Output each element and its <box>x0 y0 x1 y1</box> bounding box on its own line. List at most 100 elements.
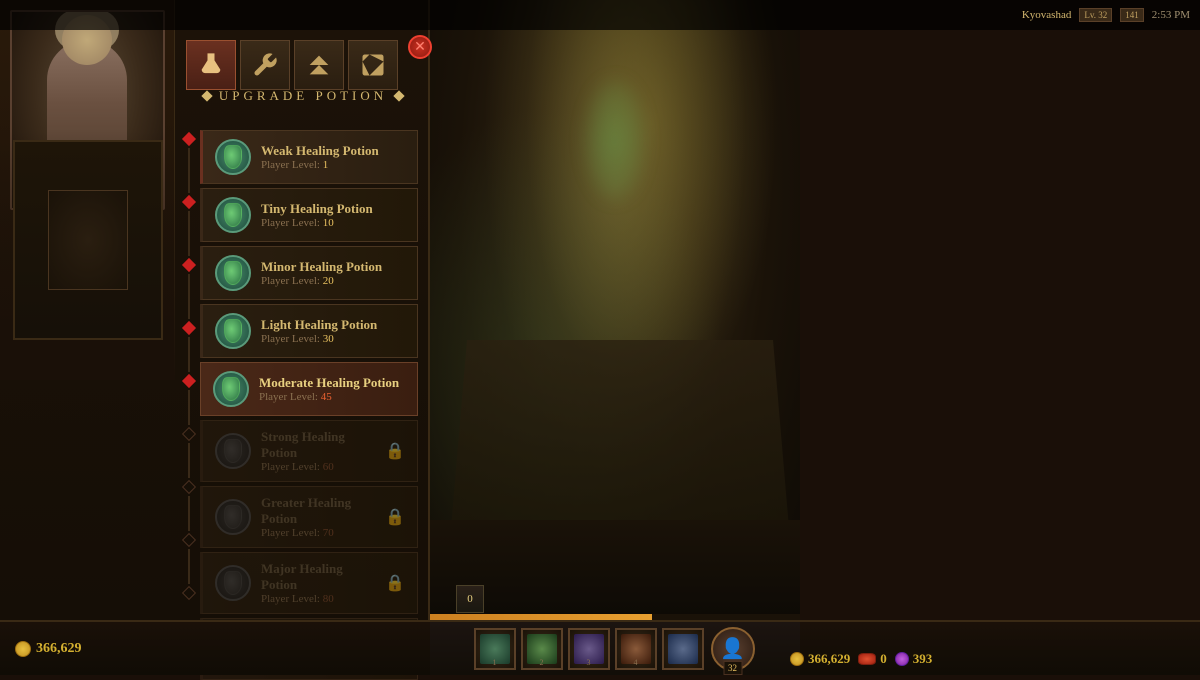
potion-icon-3 <box>215 255 251 291</box>
potion-info-4: Light Healing Potion Player Level: 30 <box>261 317 405 345</box>
potion-info-5: Moderate Healing Potion Player Level: 45 <box>259 375 405 403</box>
char-panel: 32 RAGNA Hermetic Nightmare Profile Mate… <box>780 0 1200 620</box>
tab-icons-row <box>178 35 406 95</box>
tab-other[interactable] <box>348 40 398 90</box>
indicator-dot-2 <box>182 195 196 209</box>
list-item[interactable]: Minor Healing Potion Player Level: 20 <box>200 246 418 300</box>
indicator-dot-5 <box>182 374 196 388</box>
purple-value: 393 <box>913 651 933 667</box>
potion-level: Player Level: 45 <box>259 391 405 403</box>
panel-title-row: UPGRADE POTION <box>178 88 428 104</box>
potion-info-1: Weak Healing Potion Player Level: 1 <box>261 143 405 171</box>
list-item[interactable]: Tiny Healing Potion Player Level: 10 <box>200 188 418 242</box>
potion-name: Major Healing Potion <box>261 561 375 593</box>
indicator-dot-6 <box>182 427 196 441</box>
potion-level: Player Level: 60 <box>261 461 375 473</box>
title-diamond-right <box>393 90 404 101</box>
quantity-indicator: 0 <box>456 585 484 613</box>
potion-info-6: Strong Healing Potion Player Level: 60 <box>261 429 375 473</box>
flask-icon <box>224 203 242 227</box>
time-display: 2:53 PM <box>1152 9 1190 21</box>
potion-info-8: Major Healing Potion Player Level: 80 <box>261 561 375 605</box>
lock-icon: 🔒 <box>385 441 405 461</box>
potion-name: Tiny Healing Potion <box>261 201 405 217</box>
top-bar: Kyovashad Lv. 32 141 2:53 PM <box>0 0 1200 30</box>
potion-level: Player Level: 80 <box>261 593 375 605</box>
list-item[interactable]: Major Healing Potion Player Level: 80 🔒 <box>200 552 418 614</box>
close-button[interactable]: ✕ <box>408 35 432 59</box>
npc-area: VEROKA Alchemist <box>0 0 175 380</box>
potion-info-2: Tiny Healing Potion Player Level: 10 <box>261 201 405 229</box>
left-panel: VEROKA Alchemist UPGRADE POTION <box>0 0 430 620</box>
right-resources: 366,629 0 393 <box>780 651 942 667</box>
potion-icon-6 <box>215 433 251 469</box>
potion-info-3: Minor Healing Potion Player Level: 20 <box>261 259 405 287</box>
potion-name: Moderate Healing Potion <box>259 375 405 391</box>
potion-level: Player Level: 10 <box>261 217 405 229</box>
flask-icon <box>222 377 240 401</box>
potion-list: Weak Healing Potion Player Level: 1 Tiny… <box>200 130 418 680</box>
flask-icon <box>224 319 242 343</box>
lock-icon: 🔒 <box>385 573 405 593</box>
indicator-bar <box>183 130 195 620</box>
hotbar-skill-1[interactable]: 1 <box>474 628 516 670</box>
character-portrait-hotbar[interactable]: 👤 32 <box>709 625 757 673</box>
indicator-dot-1 <box>182 132 196 146</box>
flask-icon <box>224 571 242 595</box>
hotbar-skill-5[interactable] <box>662 628 704 670</box>
level-display: 32 <box>723 661 742 675</box>
red-resource-icon <box>858 653 876 665</box>
hotbar-skill-3[interactable]: 3 <box>568 628 610 670</box>
tab-craft[interactable] <box>240 40 290 90</box>
list-item[interactable]: Moderate Healing Potion Player Level: 45 <box>200 362 418 416</box>
hotbar: 1 2 3 4 👤 32 <box>430 620 800 675</box>
gold-display: 366,629 <box>0 641 97 657</box>
red-value: 0 <box>880 651 887 667</box>
flask-icon <box>224 439 242 463</box>
flask-icon <box>224 145 242 169</box>
flask-icon <box>224 261 242 285</box>
purple-resource: 393 <box>895 651 933 667</box>
indicator-dot-4 <box>182 321 196 335</box>
list-item[interactable]: Strong Healing Potion Player Level: 60 🔒 <box>200 420 418 482</box>
potion-icon-7 <box>215 499 251 535</box>
gold-resource: 366,629 <box>790 651 850 667</box>
indicator-dot-9 <box>182 586 196 600</box>
potion-level: Player Level: 20 <box>261 275 405 287</box>
list-item[interactable]: Light Healing Potion Player Level: 30 <box>200 304 418 358</box>
list-item[interactable]: Greater Healing Potion Player Level: 70 … <box>200 486 418 548</box>
potion-icon-4 <box>215 313 251 349</box>
skill-icon-5 <box>668 634 698 664</box>
panel-frame <box>0 130 175 380</box>
potion-icon-8 <box>215 565 251 601</box>
potion-name: Strong Healing Potion <box>261 429 375 461</box>
hotbar-skill-4[interactable]: 4 <box>615 628 657 670</box>
list-item[interactable]: Weak Healing Potion Player Level: 1 <box>200 130 418 184</box>
potion-icon-2 <box>215 197 251 233</box>
potion-name: Minor Healing Potion <box>261 259 405 275</box>
potion-name: Weak Healing Potion <box>261 143 405 159</box>
potion-level: Player Level: 30 <box>261 333 405 345</box>
potion-info-7: Greater Healing Potion Player Level: 70 <box>261 495 375 539</box>
potion-name: Greater Healing Potion <box>261 495 375 527</box>
potion-level: Player Level: 70 <box>261 527 375 539</box>
potion-name: Light Healing Potion <box>261 317 405 333</box>
potion-icon-5 <box>213 371 249 407</box>
player-name: Kyovashad <box>1022 9 1072 21</box>
level-tag: Lv. 32 <box>1079 8 1112 22</box>
tab-potion[interactable] <box>186 40 236 90</box>
purple-resource-icon <box>895 652 909 666</box>
red-resource: 0 <box>858 651 887 667</box>
lock-icon: 🔒 <box>385 507 405 527</box>
gold-icon <box>790 652 804 666</box>
game-world <box>430 0 800 620</box>
indicator-dot-8 <box>182 533 196 547</box>
indicator-dot-7 <box>182 480 196 494</box>
gold-amount: 366,629 <box>36 641 82 657</box>
potion-level: Player Level: 1 <box>261 159 405 171</box>
frame-ornament <box>13 140 163 340</box>
hotbar-skill-2[interactable]: 2 <box>521 628 563 670</box>
level-inner-tag: 141 <box>1120 8 1144 22</box>
tab-upgrade[interactable] <box>294 40 344 90</box>
gold-coin-icon <box>15 641 31 657</box>
